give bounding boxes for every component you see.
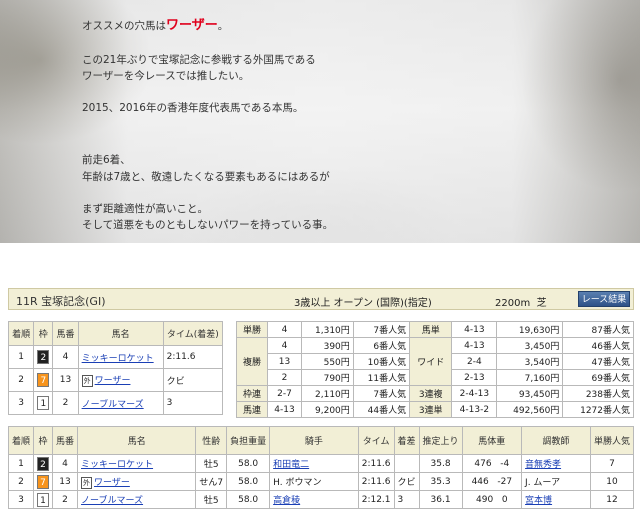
col-header: 着差 <box>393 426 420 455</box>
blog-hero: オススメの穴馬はワーザー。 この21年ぶりで宝塚記念に参戦する外国馬である ワー… <box>0 0 640 243</box>
race-header: 11R 宝塚記念(GI) 3歳以上 オープン (国際)(指定) 2200m 芝 … <box>8 288 634 310</box>
recommended-horse: ワーザー <box>166 18 218 33</box>
col-header: 着順 <box>7 426 35 455</box>
horse-link[interactable]: ワーザー <box>94 478 130 488</box>
col-header: 調教師 <box>521 426 591 455</box>
table-row: 1 2 4 ミッキーロケット 牡5 58.0 和田竜二 2:11.6 35.8 … <box>7 454 635 473</box>
recommend-line: オススメの穴馬はワーザー。 <box>82 18 229 33</box>
horse-link[interactable]: ワーザー <box>95 376 131 386</box>
col-header: 単勝人気 <box>589 426 635 455</box>
blog-text-line: 年齢は7歳と、敬遠したくなる要素もあるにはあるが <box>82 171 330 183</box>
blog-text-line: そして道悪をものともしないパワーを持っている事。 <box>82 219 334 231</box>
foreign-badge: 外 <box>81 476 93 489</box>
race-result-button[interactable]: レース結果 <box>578 291 630 307</box>
horse-link[interactable]: ミッキーロケット <box>81 460 153 470</box>
blog-text-line: まず距離適性が高いこと。 <box>82 203 208 215</box>
waku-badge: 2 <box>37 456 50 471</box>
full-result-table: 着順 枠 馬番 馬名 性齢 負担重量 騎手 タイム 着差 推定上り 馬体重 調教… <box>7 426 635 509</box>
race-conditions: 3歳以上 オープン (国際)(指定) <box>294 298 432 309</box>
col-header: 枠 <box>33 321 54 346</box>
blog-text-line: 前走6着、 <box>82 154 131 166</box>
waku-badge: 1 <box>37 492 50 507</box>
jockey-name: H. ボウマン <box>269 472 359 491</box>
trainer-link[interactable]: 宮本博 <box>525 496 552 506</box>
payout-table: 単勝 4 1,310円 7番人気 馬単 4-13 19,630円 87番人気 複… <box>236 321 634 418</box>
waku-badge: 7 <box>37 373 50 387</box>
jockey-link[interactable]: 高倉稜 <box>273 496 300 506</box>
blog-text-line: 2015、2016年の香港年度代表馬である本馬。 <box>82 102 304 114</box>
race-result-panel: 11R 宝塚記念(GI) 3歳以上 オープン (国際)(指定) 2200m 芝 … <box>7 288 635 518</box>
table-row: 1 2 4 ミッキーロケット 2:11.6 <box>7 345 224 369</box>
col-header: 馬番 <box>52 321 79 346</box>
top3-table: 着順 枠 馬番 馬名 タイム(着差) 1 2 4 ミッキーロケット 2:11.6… <box>7 321 224 415</box>
waku-badge: 2 <box>37 350 50 364</box>
col-header: 負担重量 <box>226 426 271 455</box>
col-header: タイム(着差) <box>162 321 224 346</box>
col-header: 馬名 <box>77 426 197 455</box>
col-header: 馬体重 <box>461 426 523 455</box>
table-row: 3 1 2 ノーブルマーズ 牡5 58.0 高倉稜 2:12.1 3 36.1 … <box>7 490 635 509</box>
race-distance: 2200m 芝 <box>495 298 547 309</box>
table-row: 馬連 4-13 9,200円 44番人気 3連単 4-13-2 492,560円… <box>236 401 634 418</box>
blog-text-line: ワーザーを今レースでは推したい。 <box>82 70 250 82</box>
race-name: 11R 宝塚記念(GI) <box>16 295 106 308</box>
horse-link[interactable]: ノーブルマーズ <box>81 496 143 506</box>
table-row: 2 7 13 外ワーザー クビ <box>7 368 224 392</box>
table-row: 枠連 2-7 2,110円 7番人気 3連複 2-4-13 93,450円 23… <box>236 385 634 402</box>
table-row: 2 7 13 外ワーザー せん7 58.0 H. ボウマン 2:11.6 クビ … <box>7 472 635 491</box>
trainer-link[interactable]: 音無秀孝 <box>525 460 561 470</box>
col-header: 騎手 <box>269 426 359 455</box>
waku-badge: 1 <box>37 396 50 410</box>
col-header: 性齢 <box>195 426 228 455</box>
col-header: 馬番 <box>52 426 79 455</box>
horse-link[interactable]: ノーブルマーズ <box>82 400 144 410</box>
foreign-badge: 外 <box>81 375 93 387</box>
col-header: 馬名 <box>77 321 164 346</box>
col-header: 枠 <box>33 426 54 455</box>
jockey-link[interactable]: 和田竜二 <box>273 460 309 470</box>
col-header: 着順 <box>7 321 35 346</box>
blog-text-line: この21年ぶりで宝塚記念に参戦する外国馬である <box>82 54 316 66</box>
waku-badge: 7 <box>37 474 50 489</box>
table-row: 3 1 2 ノーブルマーズ 3 <box>7 391 224 415</box>
trainer-name: J. ムーア <box>521 472 591 491</box>
col-header: 推定上り <box>418 426 463 455</box>
col-header: タイム <box>357 426 395 455</box>
table-row: 複勝 4 390円 6番人気 ワイド 4-13 3,450円 46番人気 <box>236 337 634 386</box>
table-row: 単勝 4 1,310円 7番人気 馬単 4-13 19,630円 87番人気 <box>236 321 634 338</box>
horse-link[interactable]: ミッキーロケット <box>82 354 154 364</box>
